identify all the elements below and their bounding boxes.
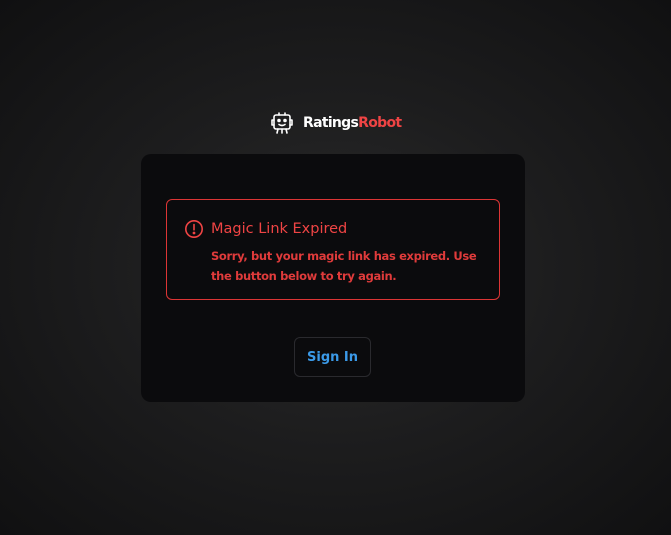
exclamation-circle-icon (184, 219, 204, 239)
brand-name-part1: Ratings (303, 115, 359, 131)
brand-logo: RatingsRobot (269, 110, 402, 136)
brand-name: RatingsRobot (303, 110, 402, 136)
alert-message: Sorry, but your magic link has expired. … (211, 249, 477, 283)
alert-title: Magic Link Expired (211, 221, 348, 237)
sign-in-button[interactable]: Sign In (294, 337, 371, 377)
robot-head-icon (269, 110, 295, 136)
error-alert: Magic Link Expired Sorry, but your magic… (166, 199, 500, 300)
brand-name-part2: Robot (358, 115, 402, 131)
auth-card: Magic Link Expired Sorry, but your magic… (141, 154, 525, 402)
